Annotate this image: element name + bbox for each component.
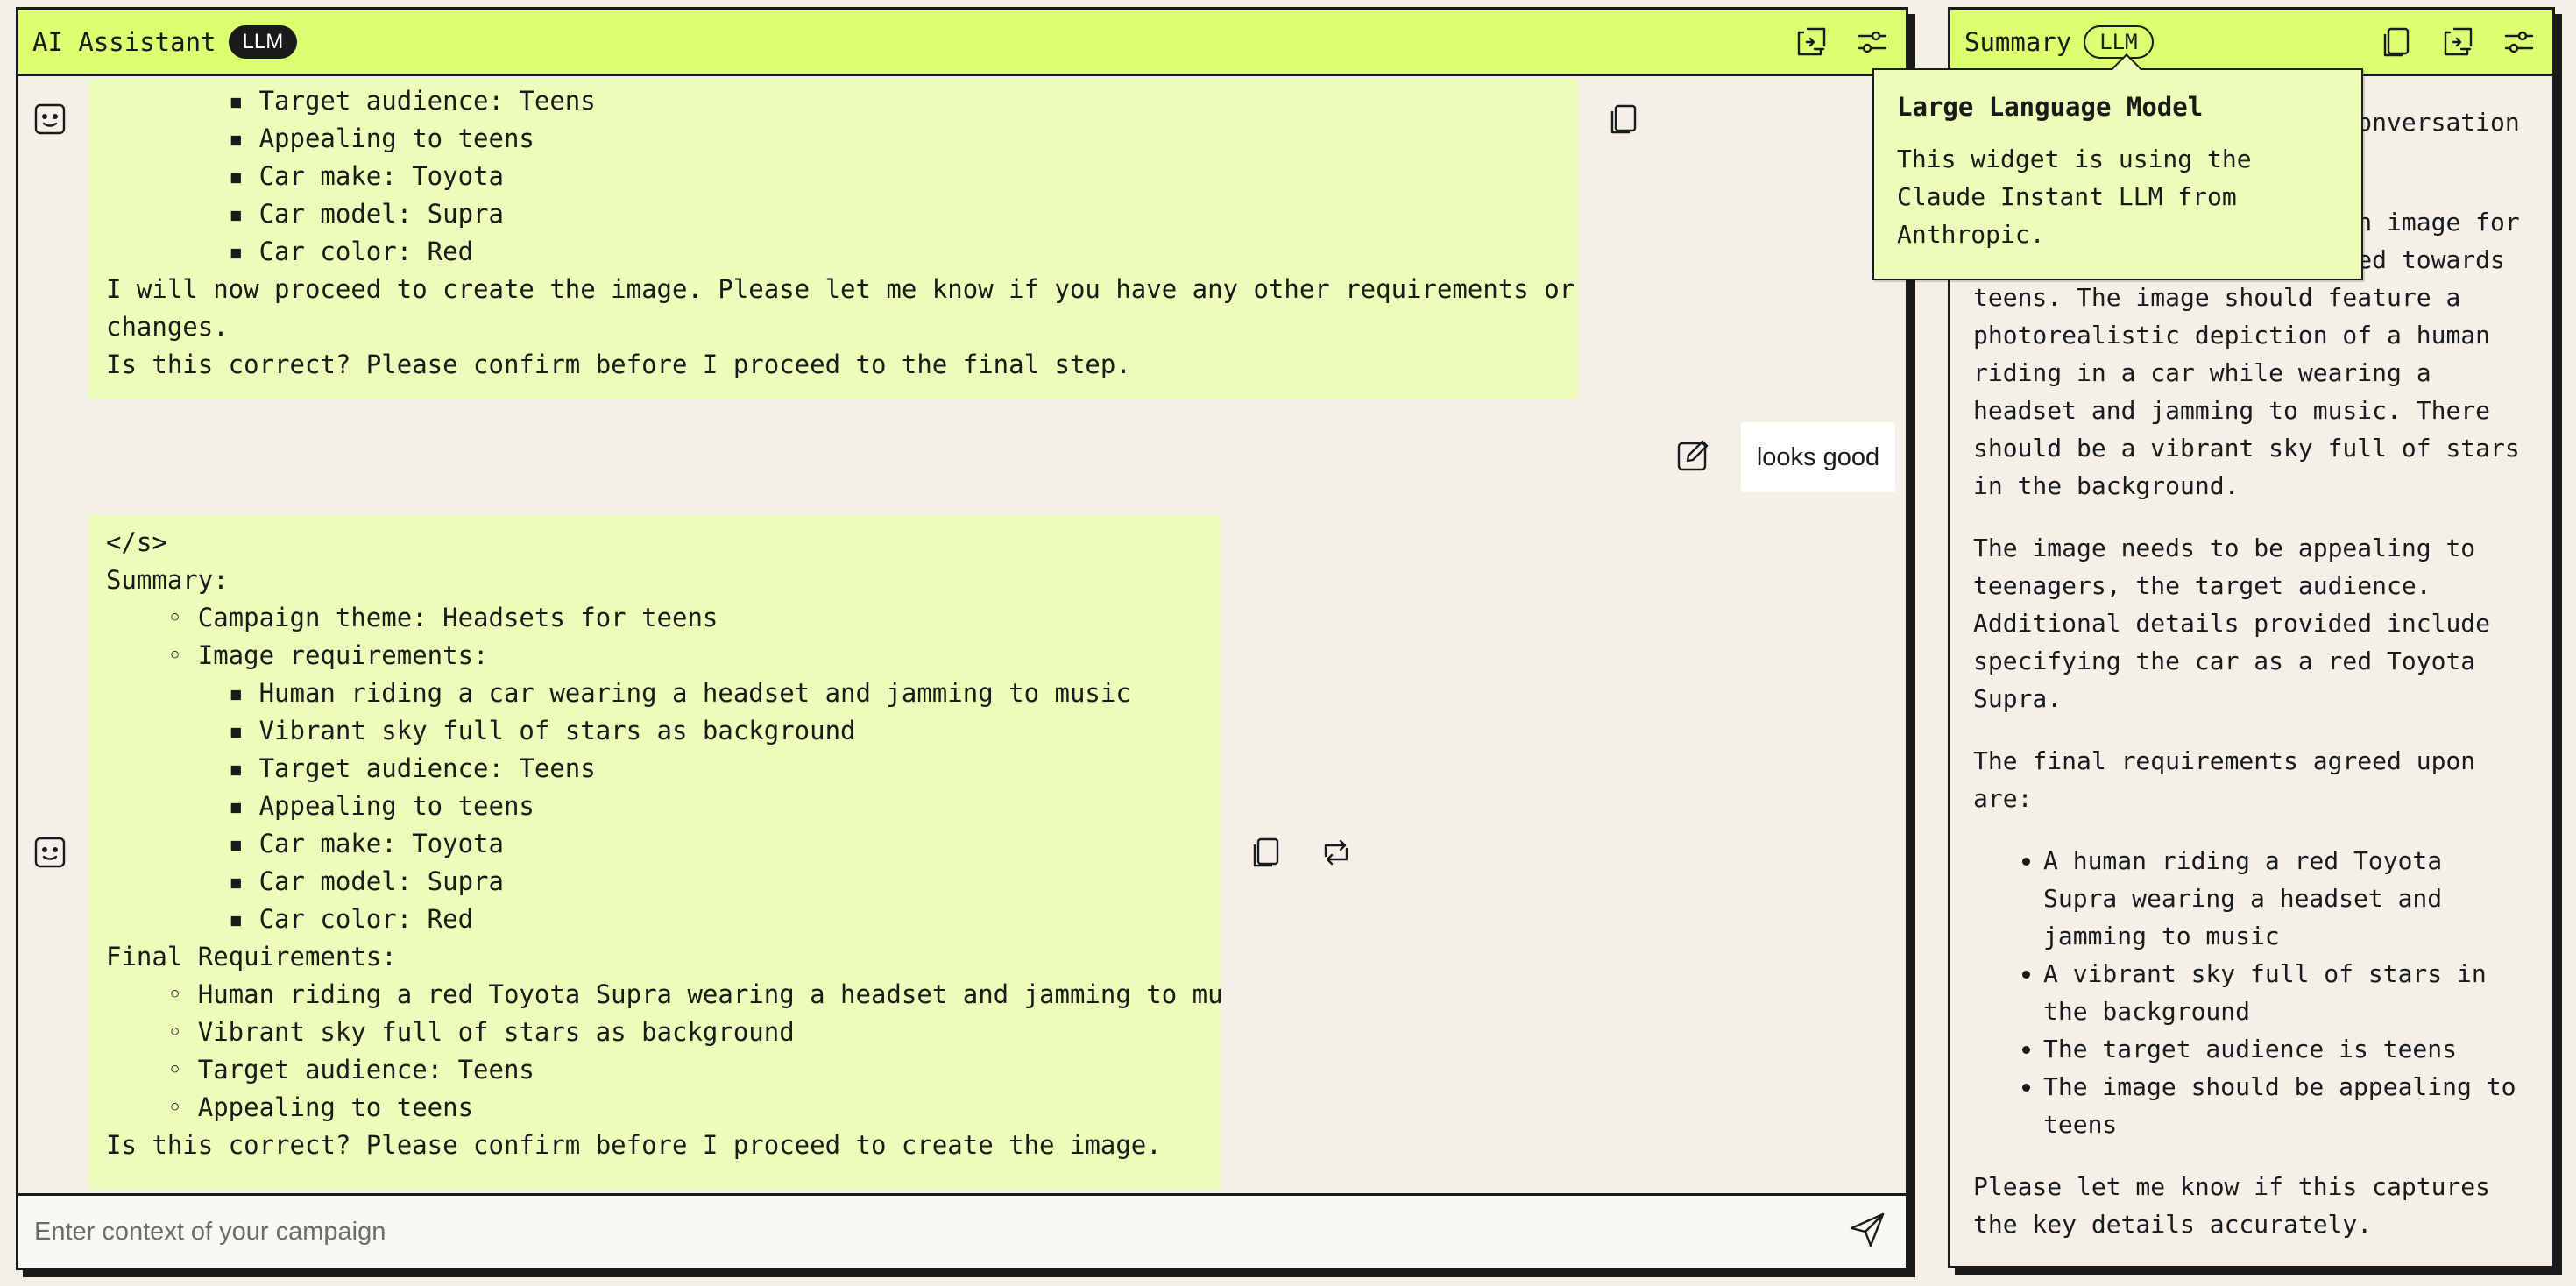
message-line: ▪ Car model: Supra <box>106 866 504 896</box>
message-line: ▪ Target audience: Teens <box>106 753 596 783</box>
edit-icon[interactable] <box>1675 438 1714 477</box>
summary-paragraph: Please let me know if this captures the … <box>1973 1172 2491 1239</box>
list-item: The image should be appealing to teens <box>2043 1068 2530 1143</box>
message-line: </s> <box>106 527 167 557</box>
message-line: ◦ Campaign theme: Headsets for teens <box>106 603 718 632</box>
message-line: ◦ Target audience: Teens <box>106 1055 534 1085</box>
message-line: ▪ Human riding a car wearing a headset a… <box>106 678 1131 708</box>
assistant-title: AI Assistant <box>32 26 216 57</box>
settings-sliders-icon[interactable] <box>2500 23 2538 61</box>
message-line: I will now proceed to create the image. … <box>106 274 1575 304</box>
campaign-context-input[interactable] <box>34 1217 1848 1247</box>
summary-paragraph: The final requirements agreed upon are: <box>1973 746 2476 813</box>
chat-area[interactable]: ▪ Target audience: Teens ▪ Appealing to … <box>18 79 1906 1200</box>
message-line: changes. <box>106 312 229 342</box>
tooltip-body: This widget is using the Claude Instant … <box>1897 145 2252 249</box>
bot-avatar-icon <box>32 102 71 140</box>
share-icon[interactable] <box>1792 23 1830 61</box>
send-icon[interactable] <box>1848 1211 1890 1253</box>
share-icon[interactable] <box>2438 23 2477 61</box>
message-line: Is this correct? Please confirm before I… <box>106 1130 1162 1160</box>
message-line: ▪ Car make: Toyota <box>106 161 504 191</box>
message-line: ▪ Appealing to teens <box>106 791 534 821</box>
user-message: looks good <box>1741 422 1895 492</box>
copy-icon[interactable] <box>2377 23 2416 61</box>
assistant-panel: AI Assistant LLM ▪ Target audience: Teen… <box>16 7 1908 1270</box>
message-line: ▪ Car color: Red <box>106 237 474 266</box>
assistant-message: </s> Summary: ◦ Campaign theme: Headsets … <box>88 515 1221 1190</box>
summary-paragraph: The image needs to be appealing to teena… <box>1973 533 2491 713</box>
message-line: ▪ Car color: Red <box>106 904 474 934</box>
regenerate-icon[interactable] <box>1319 835 1357 873</box>
message-line: ◦ Appealing to teens <box>106 1092 474 1122</box>
copy-icon[interactable] <box>1606 102 1645 140</box>
assistant-header: AI Assistant LLM <box>18 10 1906 76</box>
bot-avatar-icon <box>32 835 71 873</box>
llm-tooltip: Large Language Model This widget is usin… <box>1872 53 2363 280</box>
message-line: ▪ Car make: Toyota <box>106 829 504 859</box>
message-line: ◦ Image requirements: <box>106 640 489 670</box>
message-line: ▪ Vibrant sky full of stars as backgroun… <box>106 716 856 745</box>
llm-badge[interactable]: LLM <box>228 25 298 59</box>
summary-requirements-list: A human riding a red Toyota Supra wearin… <box>1973 842 2530 1143</box>
llm-badge[interactable]: LLM <box>2084 25 2154 59</box>
list-item: A human riding a red Toyota Supra wearin… <box>2043 842 2530 955</box>
settings-sliders-icon[interactable] <box>1853 23 1892 61</box>
message-line: ◦ Vibrant sky full of stars as backgroun… <box>106 1017 795 1047</box>
input-bar <box>18 1193 1906 1268</box>
copy-icon[interactable] <box>1249 835 1287 873</box>
message-line: Final Requirements: <box>106 942 397 972</box>
summary-header: Summary LLM <box>1950 10 2552 76</box>
message-line: ◦ Human riding a red Toyota Supra wearin… <box>106 979 1221 1009</box>
message-line: ▪ Car model: Supra <box>106 199 504 229</box>
assistant-message: ▪ Target audience: Teens ▪ Appealing to … <box>88 79 1578 399</box>
message-line: Is this correct? Please confirm before I… <box>106 350 1131 379</box>
message-line: Summary: <box>106 565 229 595</box>
list-item: The target audience is teens <box>2043 1030 2530 1068</box>
message-line: ▪ Target audience: Teens <box>106 86 596 116</box>
list-item: A vibrant sky full of stars in the backg… <box>2043 955 2530 1030</box>
summary-title: Summary <box>1964 26 2072 57</box>
tooltip-title: Large Language Model <box>1897 92 2204 122</box>
message-line: ▪ Appealing to teens <box>106 124 534 153</box>
